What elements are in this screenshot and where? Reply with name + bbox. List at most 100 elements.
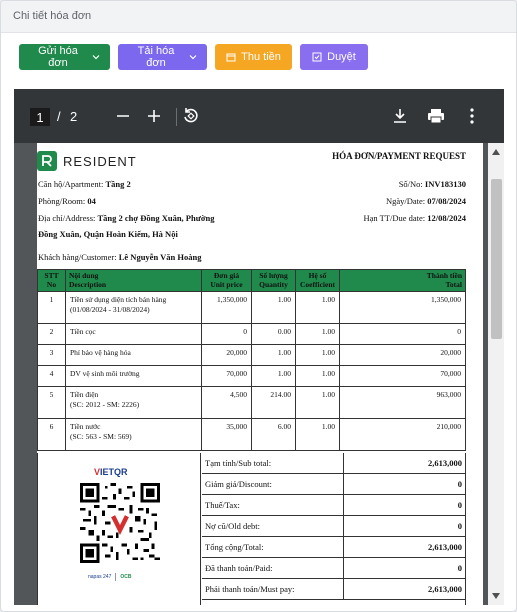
row-quantity: 1.00 — [251, 365, 296, 388]
row-no: 3 — [37, 344, 66, 367]
action-toolbar: Gửi hóa đơn Tải hóa đơn Thu tiền Duyệt — [19, 44, 368, 70]
room-value: 04 — [87, 196, 96, 206]
bank-logos: napas 247 OCB — [88, 573, 131, 581]
scroll-up-icon[interactable] — [488, 145, 504, 159]
col-header-quantity: Số lượng Quantity — [251, 268, 296, 293]
row-quantity: 0.00 — [251, 323, 296, 346]
summary-row-subtotal: Tạm tính/Sub total: 2,613,000 — [202, 453, 466, 474]
row-description: Tiền nước (SC: 563 - SM: 569) — [65, 418, 202, 452]
room-line: Phòng/Room: 04 — [38, 196, 96, 206]
more-icon[interactable] — [462, 106, 482, 126]
row-coefficient: 1.00 — [295, 418, 340, 452]
collect-payment-button[interactable]: Thu tiền — [215, 44, 292, 70]
scroll-down-icon[interactable] — [488, 589, 504, 603]
row-total: 20,000 — [339, 344, 466, 367]
send-invoice-label: Gửi hóa đơn — [38, 45, 78, 69]
summary-row-must-pay: Phải thanh toán/Must pay: 2,613,000 — [202, 579, 466, 600]
row-total: 70,000 — [339, 365, 466, 388]
row-total: 210,000 — [339, 418, 466, 452]
row-coefficient: 1.00 — [295, 365, 340, 388]
table-row: 4 DV vệ sinh môi trường 70,000 1.00 1.00… — [37, 365, 466, 388]
row-description: Tiền sử dụng diện tích bán hàng (01/08/20… — [65, 291, 202, 325]
table-row: 2 Tiền cọc 0 0.00 1.00 0 — [37, 323, 466, 346]
table-header-row: STT No Nội dung Description Đơn giá Unit pr… — [37, 268, 466, 293]
page-number-input[interactable]: 1 — [30, 108, 50, 126]
row-description: Tiền điện (SC: 2012 - SM: 2226) — [65, 386, 202, 420]
calendar-icon — [226, 52, 236, 62]
rotate-icon[interactable] — [181, 106, 201, 126]
row-no: 4 — [37, 365, 66, 388]
document-title: HÓA ĐƠN/PAYMENT REQUEST — [332, 151, 466, 161]
room-label: Phòng/Room: — [38, 196, 86, 206]
page-separator: / — [57, 109, 61, 124]
row-coefficient: 1.00 — [295, 291, 340, 325]
summary-row-paid: Đã thanh toán/Paid: 0 — [202, 558, 466, 579]
row-quantity: 1.00 — [251, 344, 296, 367]
customer-value: Lê Nguyễn Văn Hoàng — [118, 252, 202, 262]
row-unit-price: 70,000 — [201, 365, 252, 388]
table-row: 5 Tiền điện (SC: 2012 - SM: 2226) 4,500 2… — [37, 386, 466, 420]
row-total: 1,350,000 — [339, 291, 466, 325]
row-description: DV vệ sinh môi trường — [65, 365, 202, 388]
download-invoice-label: Tải hóa đơn — [137, 45, 175, 69]
invoice-number-label: Số/No: — [398, 179, 423, 189]
zoom-in-icon[interactable] — [144, 106, 164, 126]
address-value-1: Tầng 2 chợ Đồng Xuân, Phường — [97, 213, 215, 223]
resident-logo: RESIDENT — [37, 151, 137, 171]
vietqr-logo: VIETQR — [94, 467, 128, 477]
row-total: 0 — [339, 323, 466, 346]
row-description: Tiền cọc — [65, 323, 202, 346]
row-total: 963,000 — [339, 386, 466, 420]
invoice-date-line: Ngày/Date: 07/08/2024 — [386, 196, 466, 206]
napas-logo: napas 247 — [88, 574, 112, 580]
col-header-coefficient: Hệ số Coefficient — [295, 268, 340, 293]
pdf-page: RESIDENT HÓA ĐƠN/PAYMENT REQUEST Căn hộ/… — [37, 143, 483, 605]
summary-section: VIETQR napas 247 OCB Tạm tính/Sub total:… — [37, 453, 466, 605]
col-header-no: STT No — [37, 268, 66, 293]
resident-logo-mark — [37, 151, 57, 171]
address-value-2: Đồng Xuân, Quận Hoàn Kiếm, Hà Nội — [38, 229, 178, 239]
invoice-date-label: Ngày/Date: — [385, 196, 426, 206]
approve-button[interactable]: Duyệt — [300, 44, 368, 70]
send-invoice-button[interactable]: Gửi hóa đơn — [19, 44, 110, 70]
row-coefficient: 1.00 — [295, 386, 340, 420]
address-line-2: Đồng Xuân, Quận Hoàn Kiếm, Hà Nội — [38, 229, 178, 239]
col-header-description: Nội dung Description — [65, 268, 202, 293]
col-header-total: Thành tiền Total — [339, 268, 466, 293]
row-unit-price: 35,000 — [201, 418, 252, 452]
row-coefficient: 1.00 — [295, 323, 340, 346]
zoom-out-icon[interactable] — [113, 106, 133, 126]
summary-row-old-debt: Nợ cũ/Old debt: 0 — [202, 516, 466, 537]
customer-label: Khách hàng/Customer: — [38, 252, 117, 262]
apartment-value: Tầng 2 — [105, 179, 131, 189]
due-date-label: Hạn TT/Due date: — [363, 213, 426, 223]
customer-line: Khách hàng/Customer: Lê Nguyễn Văn Hoàng — [38, 252, 201, 262]
pdf-scrollbar-thumb[interactable] — [491, 179, 502, 339]
col-header-unit-price: Đơn giá Unit price — [201, 268, 252, 293]
approve-label: Duyệt — [327, 51, 356, 63]
summary-row-discount: Giảm giá/Discount: 0 — [202, 474, 466, 495]
invoice-number-value: INV183130 — [424, 179, 466, 189]
print-icon[interactable] — [426, 106, 446, 126]
row-quantity: 6.00 — [251, 418, 296, 452]
toolbar-divider — [176, 108, 177, 126]
row-quantity: 1.00 — [251, 291, 296, 325]
payment-qr-code — [80, 483, 160, 563]
apartment-label: Căn hộ/Apartment: — [38, 179, 104, 189]
invoice-detail-window: Chi tiết hóa đơn Gửi hóa đơn Tải hóa đơn… — [0, 0, 517, 612]
invoice-date-value: 07/08/2024 — [427, 196, 466, 206]
table-row: 3 Phí bảo vệ hàng hóa 20,000 1.00 1.00 2… — [37, 344, 466, 367]
address-label: Địa chỉ/Address: — [38, 213, 96, 223]
due-date-value: 12/08/2024 — [427, 213, 466, 223]
download-invoice-button[interactable]: Tải hóa đơn — [118, 44, 207, 70]
download-icon[interactable] — [390, 106, 410, 126]
qr-cell: VIETQR napas 247 OCB — [38, 453, 201, 605]
chevron-down-icon — [189, 53, 197, 61]
page-total: 2 — [70, 109, 78, 124]
chevron-down-icon — [92, 53, 100, 61]
row-description: Phí bảo vệ hàng hóa — [65, 344, 202, 367]
check-square-icon — [312, 52, 322, 62]
row-no: 6 — [37, 418, 66, 452]
ocb-logo: OCB — [120, 574, 132, 580]
pdf-toolbar: 1 / 2 — [14, 89, 504, 143]
